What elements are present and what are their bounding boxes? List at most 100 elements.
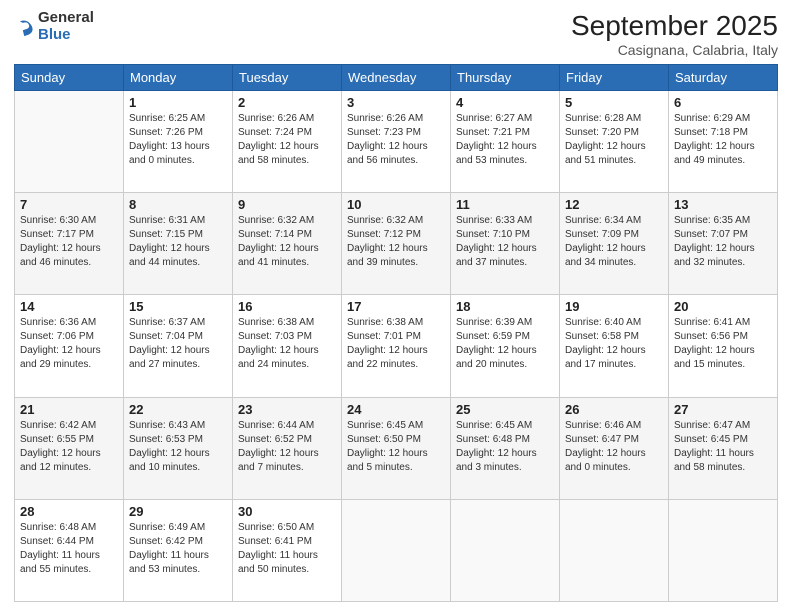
calendar-week-row: 21Sunrise: 6:42 AMSunset: 6:55 PMDayligh… bbox=[15, 397, 778, 499]
table-row: 29 Sunrise: 6:49 AMSunset: 6:42 PMDayligh… bbox=[124, 499, 233, 601]
day-info: Sunrise: 6:30 AMSunset: 7:17 PMDaylight:… bbox=[20, 214, 118, 270]
table-row: 22Sunrise: 6:43 AMSunset: 6:53 PMDayligh… bbox=[124, 397, 233, 499]
table-row bbox=[15, 91, 124, 193]
day-number: 9 bbox=[238, 197, 336, 212]
table-row: 9 Sunrise: 6:32 AMSunset: 7:14 PMDaylight… bbox=[233, 193, 342, 295]
calendar-week-row: 7 Sunrise: 6:30 AMSunset: 7:17 PMDaylight… bbox=[15, 193, 778, 295]
table-row: 13 Sunrise: 6:35 AMSunset: 7:07 PMDayligh… bbox=[669, 193, 778, 295]
table-row: 24 Sunrise: 6:45 AMSunset: 6:50 PMDayligh… bbox=[342, 397, 451, 499]
day-info: Sunrise: 6:32 AMSunset: 7:14 PMDaylight:… bbox=[238, 214, 336, 270]
col-tuesday: Tuesday bbox=[233, 65, 342, 91]
day-number: 29 bbox=[129, 504, 227, 519]
day-info: Sunrise: 6:32 AMSunset: 7:12 PMDaylight:… bbox=[347, 214, 445, 270]
day-number: 7 bbox=[20, 197, 118, 212]
day-info: Sunrise: 6:26 AMSunset: 7:23 PMDaylight:… bbox=[347, 112, 445, 168]
day-info: Sunrise: 6:27 AMSunset: 7:21 PMDaylight:… bbox=[456, 112, 554, 168]
day-info: Sunrise: 6:47 AMSunset: 6:45 PMDaylight:… bbox=[674, 419, 772, 475]
location: Casignana, Calabria, Italy bbox=[571, 42, 778, 58]
day-info: Sunrise: 6:50 AMSunset: 6:41 PMDaylight:… bbox=[238, 521, 336, 577]
logo: General Blue bbox=[14, 10, 94, 43]
table-row bbox=[451, 499, 560, 601]
day-info: Sunrise: 6:38 AMSunset: 7:01 PMDaylight:… bbox=[347, 316, 445, 372]
day-info: Sunrise: 6:46 AMSunset: 6:47 PMDaylight:… bbox=[565, 419, 663, 475]
day-info: Sunrise: 6:42 AMSunset: 6:55 PMDaylight:… bbox=[20, 419, 118, 475]
table-row: 2Sunrise: 6:26 AMSunset: 7:24 PMDaylight… bbox=[233, 91, 342, 193]
day-number: 16 bbox=[238, 299, 336, 314]
month-year: September 2025 bbox=[571, 10, 778, 42]
table-row: 7 Sunrise: 6:30 AMSunset: 7:17 PMDaylight… bbox=[15, 193, 124, 295]
calendar-week-row: 14 Sunrise: 6:36 AMSunset: 7:06 PMDayligh… bbox=[15, 295, 778, 397]
day-number: 5 bbox=[565, 95, 663, 110]
table-row bbox=[669, 499, 778, 601]
day-info: Sunrise: 6:45 AMSunset: 6:50 PMDaylight:… bbox=[347, 419, 445, 475]
day-info: Sunrise: 6:48 AMSunset: 6:44 PMDaylight:… bbox=[20, 521, 118, 577]
header-row: Sunday Monday Tuesday Wednesday Thursday… bbox=[15, 65, 778, 91]
day-number: 15 bbox=[129, 299, 227, 314]
logo-icon bbox=[14, 17, 36, 39]
day-info: Sunrise: 6:40 AMSunset: 6:58 PMDaylight:… bbox=[565, 316, 663, 372]
day-info: Sunrise: 6:38 AMSunset: 7:03 PMDaylight:… bbox=[238, 316, 336, 372]
title-section: September 2025 Casignana, Calabria, Ital… bbox=[571, 10, 778, 58]
table-row bbox=[560, 499, 669, 601]
day-number: 14 bbox=[20, 299, 118, 314]
day-info: Sunrise: 6:36 AMSunset: 7:06 PMDaylight:… bbox=[20, 316, 118, 372]
day-info: Sunrise: 6:45 AMSunset: 6:48 PMDaylight:… bbox=[456, 419, 554, 475]
table-row: 1Sunrise: 6:25 AMSunset: 7:26 PMDaylight… bbox=[124, 91, 233, 193]
day-number: 25 bbox=[456, 402, 554, 417]
day-number: 26 bbox=[565, 402, 663, 417]
table-row: 5 Sunrise: 6:28 AMSunset: 7:20 PMDaylight… bbox=[560, 91, 669, 193]
day-info: Sunrise: 6:25 AMSunset: 7:26 PMDaylight:… bbox=[129, 112, 227, 168]
day-info: Sunrise: 6:33 AMSunset: 7:10 PMDaylight:… bbox=[456, 214, 554, 270]
table-row: 26 Sunrise: 6:46 AMSunset: 6:47 PMDayligh… bbox=[560, 397, 669, 499]
day-info: Sunrise: 6:31 AMSunset: 7:15 PMDaylight:… bbox=[129, 214, 227, 270]
table-row: 11Sunrise: 6:33 AMSunset: 7:10 PMDayligh… bbox=[451, 193, 560, 295]
table-row: 19 Sunrise: 6:40 AMSunset: 6:58 PMDayligh… bbox=[560, 295, 669, 397]
table-row: 4Sunrise: 6:27 AMSunset: 7:21 PMDaylight… bbox=[451, 91, 560, 193]
day-info: Sunrise: 6:39 AMSunset: 6:59 PMDaylight:… bbox=[456, 316, 554, 372]
table-row: 17 Sunrise: 6:38 AMSunset: 7:01 PMDayligh… bbox=[342, 295, 451, 397]
header: General Blue September 2025 Casignana, C… bbox=[14, 10, 778, 58]
day-info: Sunrise: 6:26 AMSunset: 7:24 PMDaylight:… bbox=[238, 112, 336, 168]
day-number: 23 bbox=[238, 402, 336, 417]
col-monday: Monday bbox=[124, 65, 233, 91]
col-saturday: Saturday bbox=[669, 65, 778, 91]
day-number: 24 bbox=[347, 402, 445, 417]
table-row: 3 Sunrise: 6:26 AMSunset: 7:23 PMDaylight… bbox=[342, 91, 451, 193]
day-info: Sunrise: 6:37 AMSunset: 7:04 PMDaylight:… bbox=[129, 316, 227, 372]
table-row: 25 Sunrise: 6:45 AMSunset: 6:48 PMDayligh… bbox=[451, 397, 560, 499]
calendar-week-row: 28 Sunrise: 6:48 AMSunset: 6:44 PMDayligh… bbox=[15, 499, 778, 601]
day-number: 19 bbox=[565, 299, 663, 314]
logo-general: General bbox=[38, 9, 94, 26]
table-row: 8Sunrise: 6:31 AMSunset: 7:15 PMDaylight… bbox=[124, 193, 233, 295]
table-row: 21Sunrise: 6:42 AMSunset: 6:55 PMDayligh… bbox=[15, 397, 124, 499]
table-row: 6 Sunrise: 6:29 AMSunset: 7:18 PMDaylight… bbox=[669, 91, 778, 193]
day-info: Sunrise: 6:28 AMSunset: 7:20 PMDaylight:… bbox=[565, 112, 663, 168]
day-number: 12 bbox=[565, 197, 663, 212]
day-number: 17 bbox=[347, 299, 445, 314]
table-row: 12 Sunrise: 6:34 AMSunset: 7:09 PMDayligh… bbox=[560, 193, 669, 295]
table-row: 16 Sunrise: 6:38 AMSunset: 7:03 PMDayligh… bbox=[233, 295, 342, 397]
day-number: 3 bbox=[347, 95, 445, 110]
day-info: Sunrise: 6:49 AMSunset: 6:42 PMDaylight:… bbox=[129, 521, 227, 577]
day-info: Sunrise: 6:35 AMSunset: 7:07 PMDaylight:… bbox=[674, 214, 772, 270]
day-info: Sunrise: 6:41 AMSunset: 6:56 PMDaylight:… bbox=[674, 316, 772, 372]
day-info: Sunrise: 6:29 AMSunset: 7:18 PMDaylight:… bbox=[674, 112, 772, 168]
day-number: 20 bbox=[674, 299, 772, 314]
calendar-week-row: 1Sunrise: 6:25 AMSunset: 7:26 PMDaylight… bbox=[15, 91, 778, 193]
col-wednesday: Wednesday bbox=[342, 65, 451, 91]
table-row: 23 Sunrise: 6:44 AMSunset: 6:52 PMDayligh… bbox=[233, 397, 342, 499]
day-number: 22 bbox=[129, 402, 227, 417]
table-row: 10Sunrise: 6:32 AMSunset: 7:12 PMDayligh… bbox=[342, 193, 451, 295]
day-number: 6 bbox=[674, 95, 772, 110]
table-row: 27 Sunrise: 6:47 AMSunset: 6:45 PMDayligh… bbox=[669, 397, 778, 499]
day-number: 13 bbox=[674, 197, 772, 212]
col-friday: Friday bbox=[560, 65, 669, 91]
day-info: Sunrise: 6:44 AMSunset: 6:52 PMDaylight:… bbox=[238, 419, 336, 475]
logo-blue: Blue bbox=[38, 26, 71, 43]
day-info: Sunrise: 6:34 AMSunset: 7:09 PMDaylight:… bbox=[565, 214, 663, 270]
col-sunday: Sunday bbox=[15, 65, 124, 91]
day-number: 27 bbox=[674, 402, 772, 417]
day-number: 28 bbox=[20, 504, 118, 519]
day-number: 30 bbox=[238, 504, 336, 519]
table-row: 18Sunrise: 6:39 AMSunset: 6:59 PMDayligh… bbox=[451, 295, 560, 397]
